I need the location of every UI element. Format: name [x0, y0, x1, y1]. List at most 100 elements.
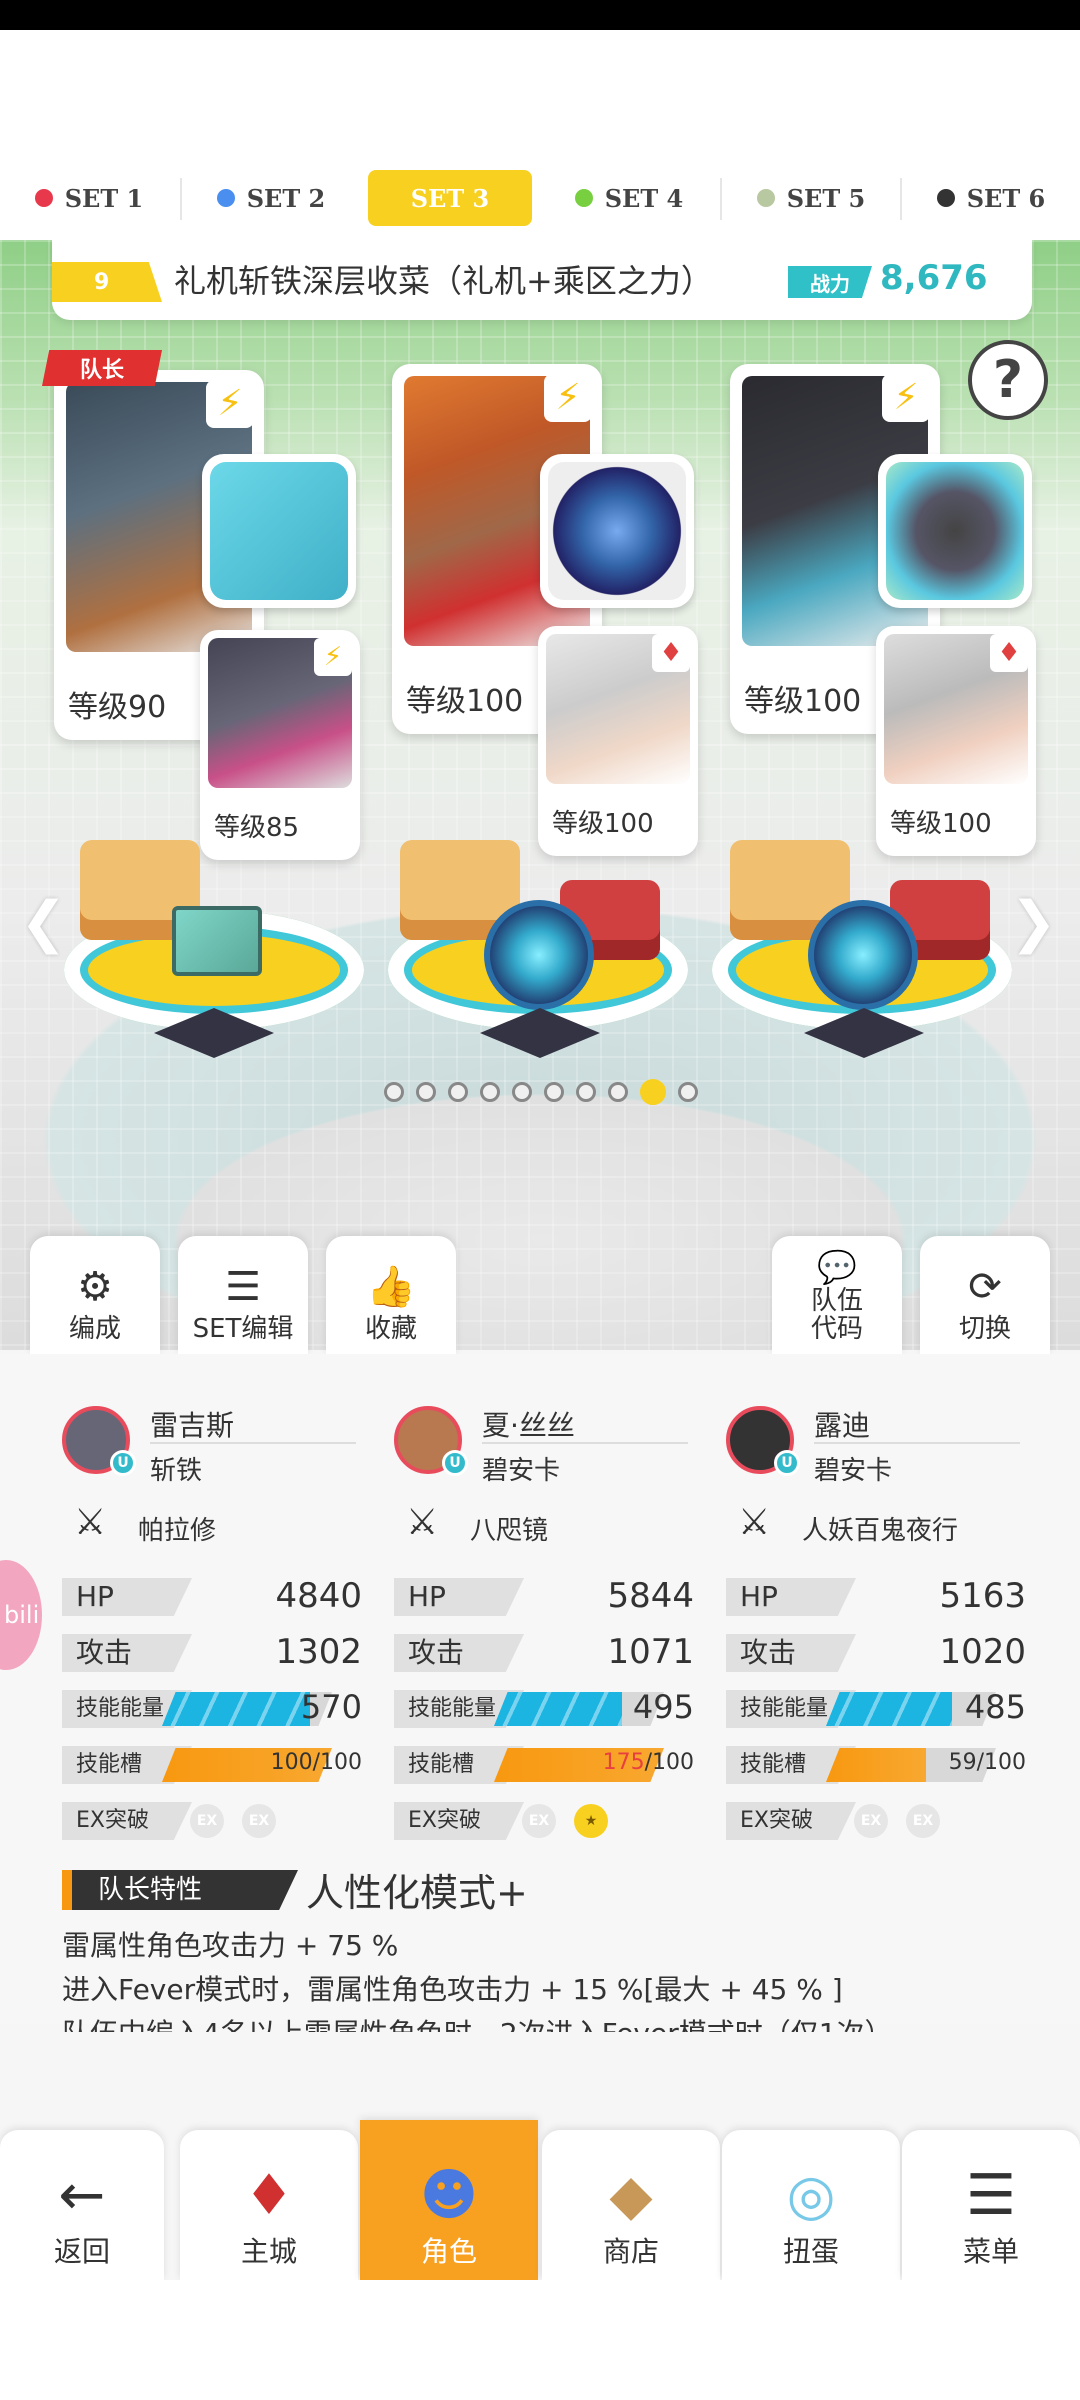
atk-value: 1020	[939, 1632, 1026, 1672]
sub-card-1[interactable]: ⚡ 等级85	[200, 630, 360, 860]
orb-icon	[808, 900, 918, 1010]
energy-value: 570	[300, 1688, 362, 1726]
pager-dot[interactable]	[640, 1079, 666, 1105]
leader-trait-line: 进入Fever模式时，雷属性角色攻击力 + 15 %[最大 + 45 % ]	[62, 1973, 843, 2006]
team-scene: 9 礼机斩铁深层收菜（礼机+乘区之力） 战力 8,676 ? ⚡ 等级90 队长…	[0, 240, 1080, 1350]
weapon-name: 帕拉修	[138, 1516, 217, 1546]
weapon-slot-1[interactable]	[202, 454, 356, 608]
nav-city[interactable]: ♦ 主城	[180, 2130, 358, 2280]
ex-empty-icon: EX	[906, 1804, 940, 1838]
atk-label: 攻击	[62, 1634, 192, 1672]
sub-card-2[interactable]: ♦ 等级100	[538, 626, 698, 856]
weapon-icon	[886, 462, 1024, 600]
nav-character[interactable]: ☻ 角色	[360, 2120, 538, 2280]
lightning-icon: ⚡	[314, 638, 352, 676]
switch-button[interactable]: ⟳ 切换	[920, 1236, 1050, 1354]
leader-trait-tag: 队长特性	[62, 1870, 298, 1910]
nav-menu[interactable]: ☰ 菜单	[902, 2130, 1080, 2280]
switch-icon: ⟳	[968, 1264, 1002, 1311]
back-label: 返回	[53, 2235, 110, 2268]
formation-icon: ⚙	[77, 1264, 113, 1311]
formation-button[interactable]: ⚙ 编成	[30, 1236, 160, 1354]
pager-dot[interactable]	[544, 1082, 564, 1102]
energy-value: 485	[964, 1688, 1026, 1726]
ex-label: EX突破	[726, 1802, 856, 1840]
slot-current: 59	[948, 1750, 977, 1775]
atk-row: 攻击 1071	[394, 1632, 694, 1674]
pager-dot[interactable]	[678, 1082, 698, 1102]
nav-shop[interactable]: ◆ 商店	[542, 2130, 720, 2280]
tab-set-1[interactable]: SET 1	[0, 170, 178, 226]
hp-label: HP	[62, 1578, 192, 1616]
lightning-icon: ⚡	[882, 374, 930, 422]
slot-row: 技能槽 100/100	[62, 1744, 362, 1786]
energy-value: 495	[632, 1688, 694, 1726]
set-5-dot	[756, 189, 775, 207]
team-header[interactable]: 9 礼机斩铁深层收菜（礼机+乘区之力） 战力 8,676	[52, 240, 1032, 320]
slot-current: 100	[270, 1750, 313, 1775]
weapon-icon: ⚔	[738, 1502, 771, 1543]
team-code-label: 队伍 代码	[810, 1285, 863, 1345]
ex-empty-icon: EX	[522, 1804, 556, 1838]
back-button[interactable]: ← 返回	[0, 2130, 164, 2280]
tab-set-2[interactable]: SET 2	[182, 170, 360, 226]
status-bar	[0, 0, 1080, 30]
character-name: 夏·丝丝	[482, 1409, 575, 1442]
pager-dot[interactable]	[480, 1082, 500, 1102]
power-value: 8,676	[880, 258, 988, 298]
pager-dot[interactable]	[448, 1082, 468, 1102]
bottom-nav: ← 返回 ♦ 主城 ☻ 角色 ◆ 商店 ◎ 扭蛋 ☰ 菜单	[0, 2120, 1080, 2280]
team-pager[interactable]	[384, 1079, 698, 1105]
pager-dot[interactable]	[512, 1082, 532, 1102]
nav-character-label: 角色	[420, 2235, 477, 2268]
pager-dot[interactable]	[384, 1082, 404, 1102]
set-edit-button[interactable]: ☰ SET编辑	[178, 1236, 308, 1354]
energy-row: 技能能量 485	[726, 1688, 1026, 1730]
next-arrow-icon[interactable]: ❯	[1010, 890, 1057, 955]
lightning-icon: ⚡	[544, 374, 592, 422]
nav-menu-label: 菜单	[962, 2235, 1019, 2268]
slot-value: 175/100	[603, 1750, 694, 1775]
ex-empty-icon: EX	[854, 1804, 888, 1838]
back-arrow-icon: ←	[58, 2163, 106, 2228]
tab-set-4[interactable]: SET 4	[540, 170, 718, 226]
prev-arrow-icon[interactable]: ❮	[20, 890, 67, 955]
weapon-slot-2[interactable]	[540, 454, 694, 608]
atk-label: 攻击	[394, 1634, 524, 1672]
slot-max: /100	[976, 1750, 1026, 1775]
slot-row: 技能槽 59/100	[726, 1744, 1026, 1786]
pager-dot[interactable]	[416, 1082, 436, 1102]
slot-current: 175	[602, 1750, 645, 1775]
energy-bar-fill	[826, 1692, 952, 1726]
atk-row: 攻击 1020	[726, 1632, 1026, 1674]
lightning-icon: ⚡	[206, 380, 254, 428]
set-1-dot	[34, 189, 53, 207]
slot-max: /100	[644, 1750, 694, 1775]
help-button[interactable]: ?	[968, 340, 1048, 420]
atk-row: 攻击 1302	[62, 1632, 362, 1674]
tab-label: SET 3	[410, 183, 490, 213]
pager-dot[interactable]	[576, 1082, 596, 1102]
favorite-label: 收藏	[364, 1314, 417, 1345]
sub-card-3[interactable]: ♦ 等级100	[876, 626, 1036, 856]
tab-label: SET 6	[966, 183, 1046, 213]
set-6-dot	[936, 189, 955, 207]
atk-value: 1302	[275, 1632, 362, 1672]
nav-gacha[interactable]: ◎ 扭蛋	[722, 2130, 900, 2280]
orb-icon	[484, 900, 594, 1010]
hp-value: 5844	[607, 1576, 694, 1616]
gacha-icon: ◎	[786, 2163, 836, 2228]
tab-set-6[interactable]: SET 6	[902, 170, 1080, 226]
favorite-button[interactable]: 👍 收藏	[326, 1236, 456, 1354]
element-icon: U	[774, 1450, 800, 1476]
tab-set-5[interactable]: SET 5	[722, 170, 900, 226]
weapon-slot-3[interactable]	[878, 454, 1032, 608]
weapon-name: 人妖百鬼夜行	[802, 1516, 959, 1546]
element-icon: U	[442, 1450, 468, 1476]
tab-set-3[interactable]: SET 3	[368, 170, 532, 226]
chat-icon: 💬	[817, 1247, 857, 1286]
hp-label: HP	[726, 1578, 856, 1616]
pager-dot[interactable]	[608, 1082, 628, 1102]
team-code-button[interactable]: 💬 队伍 代码	[772, 1236, 902, 1354]
character-icon: ☻	[419, 2163, 479, 2228]
